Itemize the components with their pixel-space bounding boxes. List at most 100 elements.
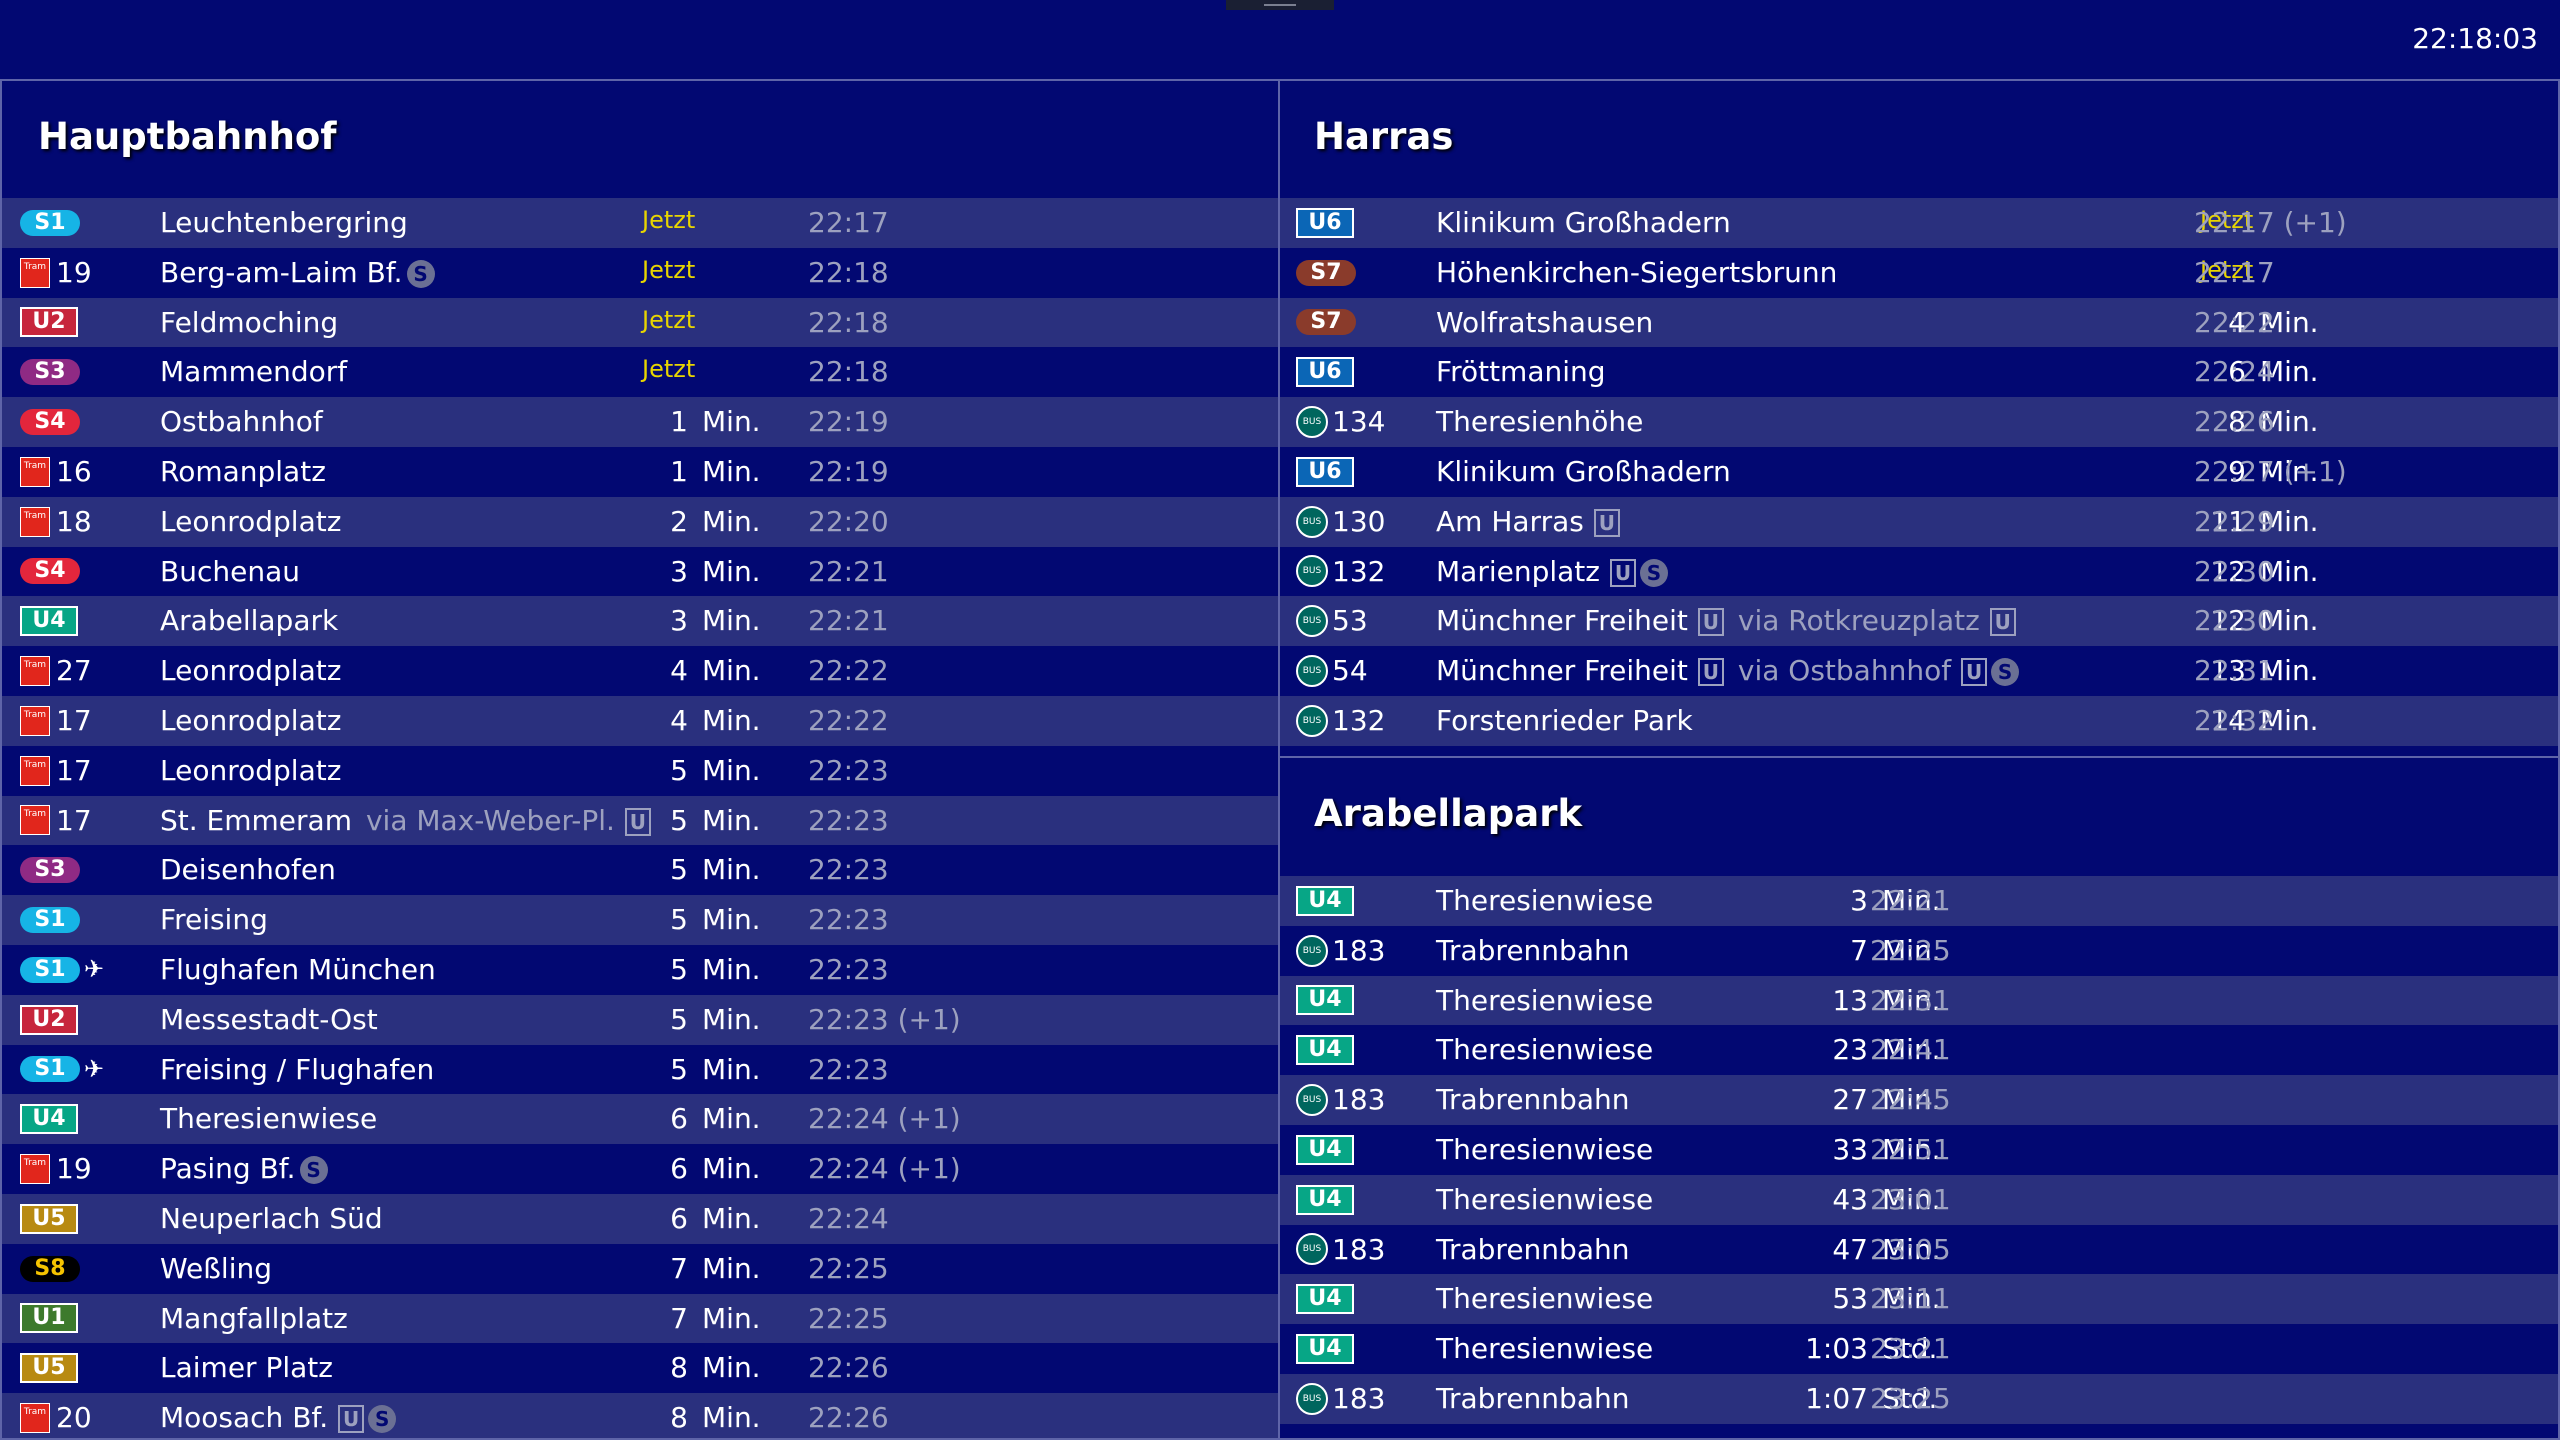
line-indicator: S3 (20, 347, 80, 397)
line-indicator: Tram 27 (20, 646, 92, 696)
departure-row[interactable]: U4 Theresienwiese 43 Min. 23:01 (1280, 1174, 2558, 1225)
departure-row[interactable]: U4 Theresienwiese 23 Min. 22:41 (1280, 1025, 2558, 1076)
ubahn-line-badge: U5 (20, 1203, 78, 1234)
destination-name: Theresienwiese (1436, 1282, 1654, 1316)
line-indicator: U4 (1296, 976, 1354, 1026)
departure-row[interactable]: Tram 27 Leonrodplatz 4 Min. 22:22 (2, 646, 1278, 696)
minutes-unit: Min. (702, 454, 761, 488)
departure-time: 23:25 (1870, 1381, 1951, 1415)
departure-row[interactable]: BUS 54 Münchner Freiheit Uvia Ostbahnhof U S 1… (1280, 646, 2558, 696)
departure-time: 22:23 (+1) (808, 1002, 961, 1036)
line-number: 17 (56, 753, 92, 787)
bus-icon: BUS (1296, 1233, 1328, 1266)
departure-row[interactable]: U5 Neuperlach Süd 6 Min. 22:24 (2, 1193, 1278, 1244)
departure-row[interactable]: U6 Klinikum Großhadern Jetzt 22:17 (+1) (1280, 198, 2558, 248)
destination-name: Laimer Platz (160, 1351, 333, 1385)
line-indicator: BUS 54 (1296, 646, 1368, 696)
departure-row[interactable]: BUS 130 Am Harras U 11 Min. 22:29 (1280, 496, 2558, 547)
departure-row[interactable]: BUS 132 Forstenrieder Park 14 Min. 22:32 (1280, 695, 2558, 746)
departure-row[interactable]: U4 Theresienwiese 1:03 Std. 23:21 (1280, 1324, 2558, 1374)
destination: Theresienwiese (1436, 876, 1653, 926)
departure-row[interactable]: U1 Mangfallplatz 7 Min. 22:25 (2, 1293, 1278, 1344)
departure-time: 22:17 (+1) (2194, 206, 2347, 239)
minutes-value: 4 (670, 654, 688, 688)
departure-row[interactable]: S8 Weßling 7 Min. 22:25 (2, 1243, 1278, 1294)
departure-row[interactable]: Tram 17 St. Emmeram via Max-Weber-Pl. U 5 Min.… (2, 795, 1278, 846)
bus-icon: BUS (1296, 1382, 1328, 1415)
departure-row[interactable]: Tram 19 Pasing Bf. S 6 Min. 22:24 (+1) (2, 1144, 1278, 1194)
departure-row[interactable]: S1 Freising 5 Min. 22:23 (2, 895, 1278, 945)
departure-row[interactable]: Tram 17 Leonrodplatz 5 Min. 22:23 (2, 745, 1278, 796)
minutes-unit: Min. (702, 604, 761, 638)
via-text: via Rotkreuzplatz (1737, 604, 1980, 638)
minutes-remaining: 5 Min. (620, 895, 770, 945)
line-indicator: U6 (1296, 447, 1354, 497)
departure-row[interactable]: U4 Theresienwiese 53 Min. 23:11 (1280, 1274, 2558, 1325)
departure-row[interactable]: S7 Wolfratshausen 4 Min. 22:22 (1280, 297, 2558, 348)
departure-row[interactable]: Tram 16 Romanplatz 1 Min. 22:19 (2, 446, 1278, 497)
station-panel-arabellapark: Arabellapark U4 Theresienwiese 3 Min. 22:21 B… (1278, 756, 2560, 1440)
destination: Münchner Freiheit Uvia Ostbahnhof U S (1436, 646, 2020, 696)
destination: Theresienwiese (1436, 1324, 1653, 1374)
destination-name: Forstenrieder Park (1436, 703, 1693, 737)
line-number: 16 (56, 454, 92, 488)
minutes-value: 23 (1832, 1033, 1868, 1067)
departure-row[interactable]: Tram 18 Leonrodplatz 2 Min. 22:20 (2, 496, 1278, 547)
departure-row[interactable]: U6 Fröttmaning 6 Min. 22:24 (1280, 347, 2558, 398)
minutes-unit: Min. (702, 1102, 761, 1136)
departure-row[interactable]: BUS 134 Theresienhöhe 8 Min. 22:26 (1280, 397, 2558, 447)
minutes-remaining: 6 Min. (620, 1144, 770, 1194)
destination: St. Emmeram via Max-Weber-Pl. U (160, 796, 651, 846)
departure-row[interactable]: U4 Theresienwiese 33 Min. 22:51 (1280, 1124, 2558, 1175)
destination-name: Mangfallplatz (160, 1301, 348, 1335)
departure-row[interactable]: U4 Theresienwiese 3 Min. 22:21 (1280, 876, 2558, 926)
departure-row[interactable]: U4 Theresienwiese 6 Min. 22:24 (+1) (2, 1094, 1278, 1145)
departure-row[interactable]: U4 Arabellapark 3 Min. 22:21 (2, 596, 1278, 647)
destination: Pasing Bf. S (160, 1144, 328, 1194)
sbahn-line-badge: S7 (1296, 309, 1356, 336)
destination-name: Romanplatz (160, 454, 326, 488)
departure-row[interactable]: S1 ✈ Flughafen München 5 Min. 22:23 (2, 944, 1278, 995)
departure-row[interactable]: U2 Feldmoching Jetzt 22:18 (2, 297, 1278, 348)
destination-name: Marienplatz (1436, 554, 1600, 588)
departure-row[interactable]: S1 ✈ Freising / Flughafen 5 Min. 22:23 (2, 1044, 1278, 1095)
departure-row[interactable]: BUS 183 Trabrennbahn 1:07 Std. 23:25 (1280, 1373, 2558, 1424)
departure-row[interactable]: Tram 20 Moosach Bf. U S 8 Min. 22:26 (2, 1393, 1278, 1438)
minutes-remaining: 6 Min. (620, 1194, 770, 1244)
line-number: 132 (1332, 554, 1386, 588)
departure-row[interactable]: BUS 183 Trabrennbahn 47 Min. 23:05 (1280, 1224, 2558, 1275)
destination-name: Weßling (160, 1251, 272, 1285)
departure-row[interactable]: U5 Laimer Platz 8 Min. 22:26 (2, 1343, 1278, 1394)
ubahn-line-badge: U6 (1296, 456, 1354, 487)
departure-time: 22:22 (808, 703, 889, 737)
departure-time: 22:25 (808, 1301, 889, 1335)
destination-name: Leonrodplatz (160, 753, 342, 787)
departure-row[interactable]: S4 Buchenau 3 Min. 22:21 (2, 546, 1278, 597)
line-indicator: BUS 132 (1296, 547, 1385, 597)
departure-row[interactable]: BUS 183 Trabrennbahn 27 Min. 22:45 (1280, 1075, 2558, 1125)
minutes-remaining: 8 Min. (620, 1343, 770, 1393)
departure-row[interactable]: BUS 53 Münchner Freiheit Uvia Rotkreuzplatz… (1280, 596, 2558, 647)
departure-row[interactable]: Tram 17 Leonrodplatz 4 Min. 22:22 (2, 695, 1278, 746)
departure-row[interactable]: BUS 183 Trabrennbahn 7 Min. 22:25 (1280, 925, 2558, 976)
departure-row[interactable]: S3 Mammendorf Jetzt 22:18 (2, 347, 1278, 398)
departure-row[interactable]: S7 Höhenkirchen-Siegertsbrunn Jetzt 22:17 (1280, 247, 2558, 298)
ubahn-line-badge: U4 (1296, 1284, 1354, 1315)
drag-handle[interactable] (1226, 0, 1334, 10)
departure-row[interactable]: Tram 19 Berg-am-Laim Bf. S Jetzt 22:18 (2, 247, 1278, 298)
departure-time: 23:11 (1870, 1282, 1951, 1316)
departure-row[interactable]: U6 Klinikum Großhadern 9 Min. 22:27 (+1) (1280, 446, 2558, 497)
destination: Arabellapark (160, 596, 338, 646)
sbahn-line-badge: S4 (20, 558, 80, 585)
departure-row[interactable]: U2 Messestadt-Ost 5 Min. 22:23 (+1) (2, 994, 1278, 1045)
departure-time: 22:31 (2194, 654, 2275, 688)
departure-row[interactable]: S1 Leuchtenbergring Jetzt 22:17 (2, 198, 1278, 248)
departure-row[interactable]: S3 Deisenhofen 5 Min. 22:23 (2, 845, 1278, 896)
departure-row[interactable]: BUS 132 Marienplatz U S 12 Min. 22:30 (1280, 546, 2558, 597)
departure-row[interactable]: S4 Ostbahnhof 1 Min. 22:19 (2, 397, 1278, 447)
tram-icon: Tram (20, 257, 50, 288)
minutes-value: 7 (670, 1301, 688, 1335)
minutes-value: 5 (670, 753, 688, 787)
departure-row[interactable]: U4 Theresienwiese 13 Min. 22:31 (1280, 975, 2558, 1026)
destination: Mammendorf (160, 347, 347, 397)
